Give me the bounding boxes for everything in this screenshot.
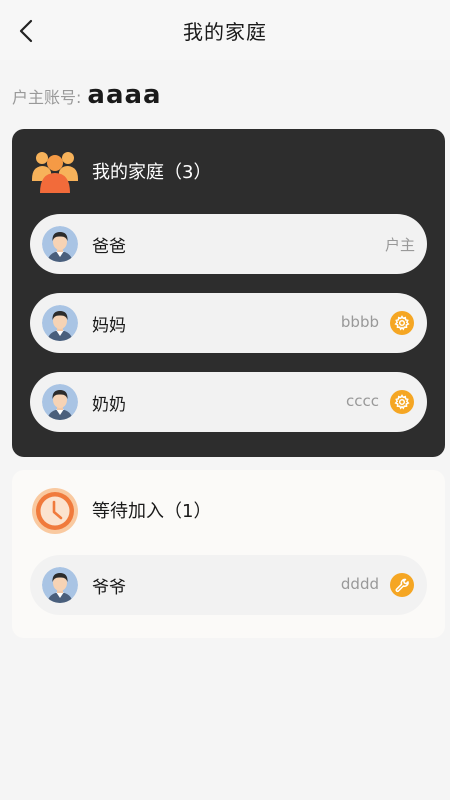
member-row-mom[interactable]: 妈妈 bbbb: [30, 293, 427, 353]
wrench-icon: [395, 578, 409, 593]
member-role: 户主: [384, 236, 415, 254]
family-card: 我的家庭（3） 爸爸 户主 妈妈 bbbb 奶奶 cccc: [12, 129, 445, 457]
member-row-dad[interactable]: 爸爸 户主: [30, 214, 427, 274]
pending-card-title: 等待加入（1）: [92, 501, 212, 522]
pending-card-header: 等待加入（1）: [32, 488, 212, 534]
owner-account-row: 户主账号: aaaa: [12, 80, 162, 112]
member-account: cccc: [346, 392, 379, 410]
member-settings-button[interactable]: [390, 390, 414, 414]
member-row-grandma[interactable]: 奶奶 cccc: [30, 372, 427, 432]
pending-member-row-grandpa[interactable]: 爷爷 dddd: [30, 555, 427, 615]
avatar: [42, 567, 78, 603]
clock-icon: [32, 488, 78, 534]
page-title: 我的家庭: [183, 20, 267, 44]
member-account: dddd: [340, 575, 379, 593]
member-settings-button[interactable]: [390, 311, 414, 335]
gear-icon: [394, 394, 410, 410]
gear-icon: [394, 315, 410, 331]
member-name: 妈妈: [92, 316, 126, 336]
member-edit-button[interactable]: [390, 573, 414, 597]
pending-card: 等待加入（1） 爷爷 dddd: [12, 470, 445, 638]
member-name: 爷爷: [92, 578, 126, 598]
family-group-icon: [32, 149, 78, 193]
avatar: [42, 384, 78, 420]
family-card-header: 我的家庭（3）: [32, 149, 211, 193]
header-bar: 我的家庭: [0, 0, 450, 60]
owner-account-label: 户主账号:: [12, 88, 82, 107]
avatar: [42, 305, 78, 341]
avatar: [42, 226, 78, 262]
member-name: 爸爸: [92, 237, 126, 257]
family-card-title: 我的家庭（3）: [92, 162, 212, 183]
member-name: 奶奶: [92, 395, 126, 415]
owner-account-value: aaaa: [87, 80, 162, 110]
member-account: bbbb: [340, 313, 379, 331]
